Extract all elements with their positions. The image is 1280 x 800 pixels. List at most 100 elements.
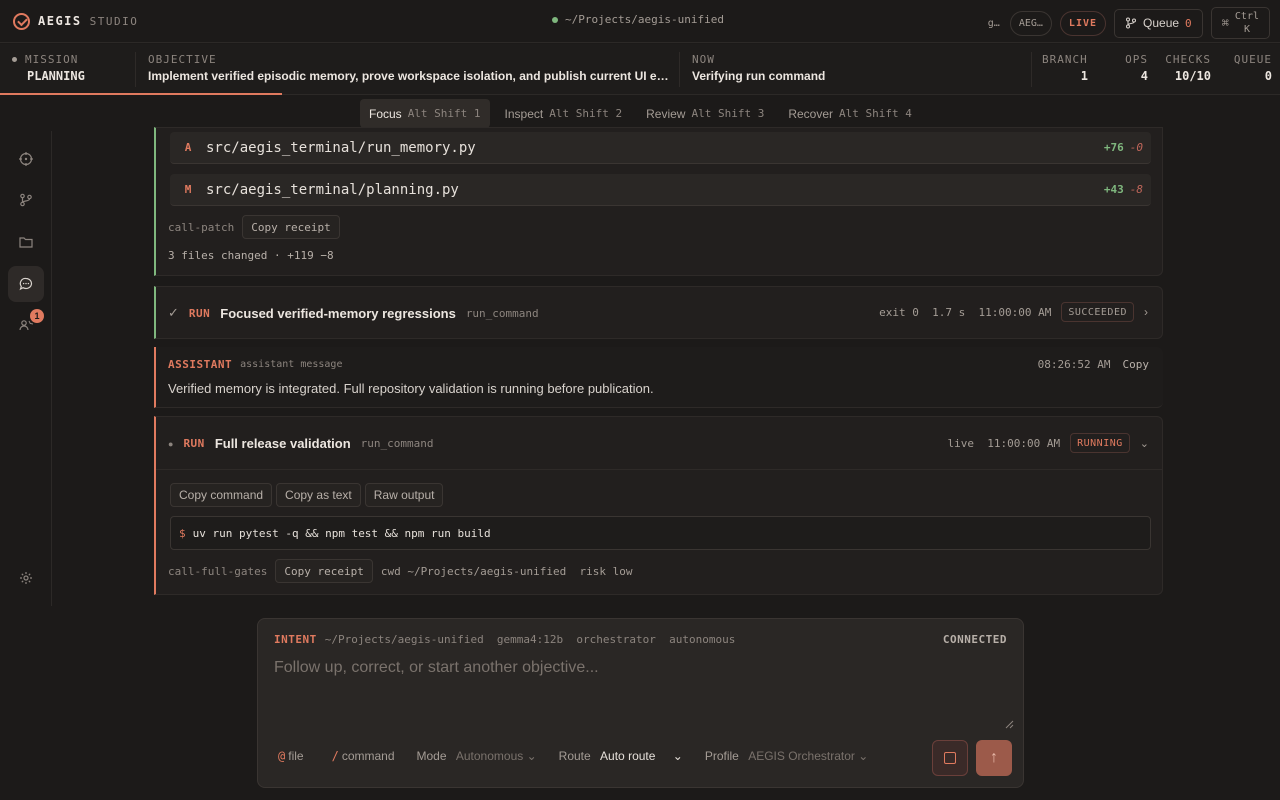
intent-label: INTENT — [274, 633, 317, 646]
file-deletions: -0 — [1129, 141, 1143, 154]
copy-as-text-button[interactable]: Copy as text — [276, 483, 361, 507]
mission-label: MISSION — [25, 53, 79, 66]
objective-input[interactable] — [274, 659, 1009, 731]
profile-label: Profile — [704, 749, 739, 763]
connection-dot-icon — [552, 16, 558, 23]
stat-ops-label: OPS — [1125, 53, 1148, 66]
file-path: src/aegis_terminal/planning.py — [206, 181, 459, 198]
insert-command-button[interactable]: / command — [332, 749, 395, 763]
copy-receipt-button[interactable]: Copy receipt — [242, 215, 340, 239]
tab-inspect[interactable]: Inspect Alt Shift 2 — [496, 99, 632, 128]
route-select[interactable]: Route Auto route ⌄ — [559, 749, 683, 763]
tab-focus-shortcut: Alt Shift 1 — [407, 107, 481, 120]
running-dot-icon: ● — [168, 438, 174, 449]
mode-select[interactable]: Mode Autonomous ⌄ — [417, 749, 537, 763]
attach-file-label: file — [288, 749, 304, 763]
shield-check-icon — [13, 12, 30, 30]
command-text: uv run pytest -q && npm test && npm run … — [192, 526, 491, 540]
arrow-up-icon: ↑ — [990, 749, 998, 766]
objective-label: OBJECTIVE — [148, 53, 217, 66]
patch-card: A src/aegis_terminal/run_memory.py +76 -… — [154, 127, 1163, 276]
stat-ops: OPS 4 — [1112, 53, 1148, 83]
top-bar: AEGIS STUDIO ~/Projects/aegis-unified g…… — [0, 0, 1280, 43]
tab-recover-shortcut: Alt Shift 4 — [839, 107, 912, 120]
tab-recover-label: Recover — [788, 106, 834, 121]
connection-status: CONNECTED — [942, 633, 1007, 646]
composer: INTENT ~/Projects/aegis-unified gemma4:1… — [257, 618, 1024, 788]
run-tag: RUN — [183, 437, 205, 450]
mode-label: Mode — [416, 749, 447, 763]
model-pill[interactable]: AEG… — [1009, 10, 1052, 36]
tab-focus[interactable]: Focus Alt Shift 1 — [360, 99, 490, 128]
objective[interactable]: OBJECTIVE Implement verified episodic me… — [148, 44, 670, 95]
file-row[interactable]: M src/aegis_terminal/planning.py +43 -8 — [170, 174, 1151, 206]
truncated-status[interactable]: g… — [986, 11, 1002, 36]
gear-icon — [20, 572, 32, 584]
mode-value: Autonomous — [455, 749, 524, 763]
file-flag-modified: M — [184, 183, 192, 196]
command-display[interactable]: $ uv run pytest -q && npm test && npm ru… — [170, 516, 1151, 550]
tab-focus-label: Focus — [369, 106, 402, 121]
chevron-down-icon: ⌄ — [672, 749, 683, 763]
chevron-down-icon[interactable]: ⌄ — [1140, 437, 1149, 450]
git-branch-icon — [20, 193, 32, 207]
file-additions: +76 — [1103, 141, 1124, 154]
run-header[interactable]: ● RUN Full release validation run_comman… — [156, 417, 1163, 470]
copy-command-button[interactable]: Copy command — [170, 483, 273, 507]
file-deletions: -8 — [1129, 183, 1143, 196]
tab-review[interactable]: Review Alt Shift 3 — [637, 99, 773, 128]
run-tool: run_command — [360, 437, 434, 450]
mission-dot-icon — [12, 57, 17, 62]
rail-files-button[interactable] — [8, 224, 44, 260]
stop-icon — [944, 752, 956, 764]
resize-grip-icon[interactable] — [1005, 720, 1014, 729]
file-path: src/aegis_terminal/run_memory.py — [206, 139, 476, 156]
run-cwd: cwd ~/Projects/aegis-unified risk low — [380, 564, 633, 578]
file-flag-added: A — [184, 141, 192, 154]
queue-button[interactable]: Queue 0 — [1114, 8, 1203, 38]
stop-button[interactable] — [932, 740, 968, 776]
check-icon: ✓ — [168, 305, 179, 320]
patch-summary: 3 files changed · +119 −8 — [168, 249, 334, 262]
file-additions: +43 — [1103, 183, 1124, 196]
profile-select[interactable]: Profile AEGIS Orchestrator ⌄ — [705, 749, 868, 763]
run-meta: exit 0 1.7 s 11:00:00 AM — [879, 305, 1052, 319]
command-palette-button[interactable]: ⌘ Ctrl K — [1210, 7, 1270, 39]
stat-checks: CHECKS 10/10 — [1165, 53, 1211, 83]
workspace-path[interactable]: ~/Projects/aegis-unified — [552, 13, 724, 26]
folder-icon — [19, 237, 33, 248]
rail-chat-button[interactable] — [8, 266, 44, 302]
assistant-time: 08:26:52 AM — [1037, 358, 1111, 371]
now-value: Verifying run command — [692, 69, 826, 83]
app-logo[interactable]: AEGIS STUDIO — [13, 12, 138, 30]
stat-queue-value: 0 — [1264, 69, 1272, 83]
file-row[interactable]: A src/aegis_terminal/run_memory.py +76 -… — [170, 132, 1151, 164]
chevron-right-icon[interactable]: › — [1144, 305, 1148, 319]
run-receipt-row: call-full-gates Copy receipt cwd ~/Proje… — [168, 559, 633, 583]
copy-receipt-button[interactable]: Copy receipt — [275, 559, 373, 583]
tab-review-shortcut: Alt Shift 3 — [691, 107, 765, 120]
run-tag: RUN — [188, 306, 211, 320]
shortcut-key-ctrl: Ctrl — [1234, 11, 1259, 22]
attach-file-button[interactable]: @ file — [278, 749, 304, 763]
branch-icon — [1126, 17, 1137, 29]
target-icon — [19, 152, 33, 166]
command-key-icon: ⌘ — [1221, 15, 1229, 30]
send-button[interactable]: ↑ — [976, 740, 1012, 776]
rail-settings-button[interactable] — [8, 560, 44, 596]
composer-header: INTENT ~/Projects/aegis-unified gemma4:1… — [274, 633, 1007, 646]
stat-branch-label: BRANCH — [1042, 53, 1088, 66]
agents-count-badge: 1 — [30, 309, 44, 323]
rail-branch-button[interactable] — [8, 182, 44, 218]
run-title: Full release validation — [214, 436, 351, 451]
copy-message-button[interactable]: Copy — [1123, 358, 1150, 371]
divider — [135, 52, 136, 87]
live-badge[interactable]: LIVE — [1059, 10, 1107, 36]
mode-tabs: Focus Alt Shift 1 Inspect Alt Shift 2 Re… — [360, 99, 921, 128]
rail-target-button[interactable] — [8, 141, 44, 177]
queue-count: 0 — [1185, 16, 1192, 30]
run-card-succeeded[interactable]: ✓ RUN Focused verified-memory regression… — [154, 286, 1163, 339]
status-badge: SUCCEEDED — [1061, 302, 1134, 322]
raw-output-button[interactable]: Raw output — [364, 483, 444, 507]
tab-recover[interactable]: Recover Alt Shift 4 — [779, 99, 921, 128]
